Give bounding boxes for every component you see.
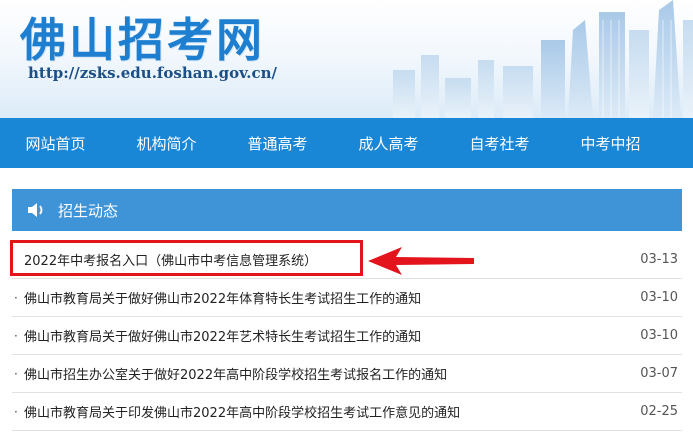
site-url[interactable]: http://zsks.edu.foshan.gov.cn/ xyxy=(28,64,277,82)
site-title: 佛山招考网 xyxy=(20,13,265,67)
nav-item-zhongkao[interactable]: 中考中招 xyxy=(555,133,666,154)
nav-item-home[interactable]: 网站首页 xyxy=(0,133,111,154)
news-date: 03-10 xyxy=(640,290,678,305)
city-skyline-image xyxy=(393,0,693,118)
list-bullet: · xyxy=(14,290,18,305)
news-date: 02-25 xyxy=(640,404,678,419)
highlight-annotation-box xyxy=(10,240,363,276)
list-bullet: · xyxy=(14,366,18,381)
list-bullet: · xyxy=(14,404,18,419)
red-arrow-annotation xyxy=(368,247,474,275)
news-title[interactable]: 佛山市教育局关于印发佛山市2022年高中阶段学校招生考试工作意见的通知 xyxy=(24,402,460,421)
news-title[interactable]: 佛山市教育局关于做好佛山市2022年体育特长生考试招生工作的通知 xyxy=(24,288,421,307)
list-item[interactable]: · 佛山市教育局关于印发佛山市2022年高中阶段学校招生考试工作意见的通知 02… xyxy=(12,393,682,431)
site-header: 佛山招考网 http://zsks.edu.foshan.gov.cn/ xyxy=(0,0,693,118)
list-item[interactable]: · 佛山市教育局关于做好佛山市2022年体育特长生考试招生工作的通知 03-10 xyxy=(12,279,682,317)
nav-item-self-exam[interactable]: 自考社考 xyxy=(444,133,555,154)
main-nav: 网站首页 机构简介 普通高考 成人高考 自考社考 中考中招 xyxy=(0,118,693,168)
list-item[interactable]: · 佛山市教育局关于做好佛山市2022年艺术特长生考试招生工作的通知 03-10 xyxy=(12,317,682,355)
news-date: 03-10 xyxy=(640,328,678,343)
list-bullet: · xyxy=(14,328,18,343)
section-title: 招生动态 xyxy=(58,201,119,220)
speaker-icon xyxy=(26,201,48,219)
nav-item-gaokao[interactable]: 普通高考 xyxy=(222,133,333,154)
news-title[interactable]: 佛山市教育局关于做好佛山市2022年艺术特长生考试招生工作的通知 xyxy=(24,326,421,345)
nav-item-about[interactable]: 机构简介 xyxy=(111,133,222,154)
news-title[interactable]: 佛山市招生办公室关于做好2022年高中阶段学校招生考试报名工作的通知 xyxy=(24,364,447,383)
news-date: 03-13 xyxy=(640,252,678,267)
nav-item-adult-exam[interactable]: 成人高考 xyxy=(333,133,444,154)
news-date: 03-07 xyxy=(640,366,678,381)
list-item[interactable]: · 佛山市招生办公室关于做好2022年高中阶段学校招生考试报名工作的通知 03-… xyxy=(12,355,682,393)
section-header: 招生动态 xyxy=(12,189,682,231)
